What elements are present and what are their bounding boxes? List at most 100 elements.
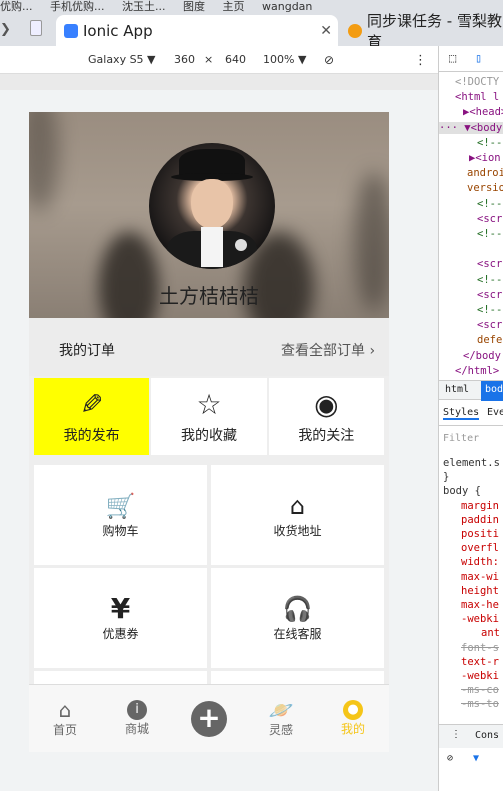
dom-node-line[interactable]: <!-- bbox=[477, 304, 502, 316]
inspect-icon[interactable]: ⬚ bbox=[449, 51, 456, 65]
dom-node-line[interactable]: <scr bbox=[477, 319, 502, 331]
bookmark-item[interactable]: 优购... bbox=[0, 1, 33, 12]
dom-node-line[interactable]: <scr bbox=[477, 213, 502, 225]
style-rule-line: } bbox=[443, 471, 450, 484]
event-listeners-tab[interactable]: Eve bbox=[487, 407, 503, 418]
style-rule-line: font-s bbox=[461, 641, 499, 654]
services-row: 🛒 购物车 ⌂ 收货地址 bbox=[34, 465, 384, 565]
view-all-label: 查看全部订单 bbox=[281, 343, 365, 359]
styles-tab[interactable]: Styles bbox=[443, 407, 480, 420]
action-label: 我的收藏 bbox=[180, 427, 237, 444]
filter-input[interactable]: Filter bbox=[443, 433, 479, 444]
chevron-left-icon[interactable]: ❯ bbox=[0, 22, 11, 37]
orders-bar: 我的订单 查看全部订单 › bbox=[29, 318, 389, 376]
breadcrumb-body[interactable]: bod bbox=[481, 381, 503, 401]
zoom-select[interactable]: 100% ▼ bbox=[263, 53, 306, 66]
dom-node-line[interactable]: ▶<head> bbox=[463, 106, 503, 118]
dom-node-line[interactable]: androi bbox=[467, 167, 503, 179]
clear-console-icon[interactable]: ⊘ bbox=[447, 753, 453, 764]
bookmark-item[interactable]: 沈玉土... bbox=[122, 1, 166, 12]
view-all-orders-link[interactable]: 查看全部订单 › bbox=[281, 340, 375, 360]
my-posts-button[interactable]: ✎ 我的发布 bbox=[34, 378, 150, 455]
address-button[interactable]: ⌂ 收货地址 bbox=[211, 465, 384, 565]
cart-button[interactable]: 🛒 购物车 bbox=[34, 465, 207, 565]
style-rule-line: -ms-to bbox=[461, 698, 499, 711]
bookmark-item[interactable]: 手机优购... bbox=[50, 1, 105, 12]
device-icon[interactable] bbox=[30, 20, 42, 36]
dom-node-line[interactable]: ··· ▼<body bbox=[439, 121, 503, 134]
tab-home[interactable]: ⌂ 首页 bbox=[29, 685, 101, 752]
cart-icon: 🛒 bbox=[105, 491, 136, 520]
avatar[interactable] bbox=[149, 143, 275, 269]
bookmark-item[interactable]: 图度 bbox=[183, 1, 205, 12]
width-input[interactable]: 360 bbox=[174, 53, 195, 66]
person-icon: ● bbox=[343, 700, 363, 720]
headphones-icon: 🎧 bbox=[282, 594, 313, 623]
yen-icon: ¥ bbox=[110, 591, 131, 625]
filter-icon[interactable]: ▼ bbox=[473, 753, 479, 764]
dom-node-line[interactable]: <scr bbox=[477, 289, 502, 301]
dom-node-line[interactable]: <html l bbox=[455, 91, 499, 103]
more-icon[interactable]: ⋮ bbox=[414, 53, 427, 68]
my-following-button[interactable]: ◉ 我的关注 bbox=[268, 378, 384, 455]
style-rule-line: positi bbox=[461, 528, 499, 540]
coupon-button[interactable]: ¥ 优惠券 bbox=[34, 568, 207, 668]
style-rule-line: ant bbox=[481, 627, 500, 640]
style-rule-line: -webki bbox=[461, 670, 499, 682]
style-rule-line: text-r bbox=[461, 655, 499, 668]
tab-title: Ionic App bbox=[83, 21, 153, 40]
my-favorites-button[interactable]: ☆ 我的收藏 bbox=[151, 378, 267, 455]
dom-node-line[interactable]: defe bbox=[477, 334, 502, 346]
tab-mine[interactable]: ● 我的 bbox=[317, 685, 389, 752]
tab-course[interactable]: 同步课任务 - 雪梨教育 bbox=[340, 12, 503, 51]
dom-node-line[interactable]: <!-- bbox=[477, 198, 502, 210]
height-input[interactable]: 640 bbox=[225, 53, 246, 66]
profile-header: 土方桔桔桔 bbox=[29, 112, 389, 318]
tab-add[interactable]: + bbox=[173, 685, 245, 752]
bookmark-item[interactable]: wangdan bbox=[262, 1, 312, 12]
tab-label: 商城 bbox=[124, 722, 149, 736]
action-label: 我的关注 bbox=[298, 427, 355, 444]
chevron-right-icon: › bbox=[365, 343, 376, 359]
style-rule-line: height bbox=[461, 584, 499, 597]
dom-node-line[interactable]: ▶<ion bbox=[469, 152, 501, 164]
dom-node-line[interactable]: <!DOCTY bbox=[455, 76, 499, 88]
service-label: 优惠券 bbox=[102, 626, 139, 641]
console-tab[interactable]: Cons bbox=[475, 730, 499, 741]
style-rule-line: max-he bbox=[461, 599, 499, 611]
dom-node-line[interactable]: <!-- bbox=[477, 274, 502, 286]
device-select[interactable]: Galaxy S5 ▼ bbox=[88, 53, 156, 66]
bottom-tab-bar: ⌂ 首页 i 商城 + 🪐 灵感 ● 我的 bbox=[29, 684, 389, 752]
devtools-panel: ⬚ ▯ <!DOCTY <html l ▶<head> ··· ▼<body <!-- ▶… bbox=[438, 46, 503, 791]
dom-node-line[interactable]: </html> bbox=[455, 365, 499, 377]
action-label: 我的发布 bbox=[63, 427, 120, 444]
style-rule-line: body { bbox=[443, 485, 481, 498]
dom-node-line[interactable]: </body bbox=[463, 350, 501, 362]
dom-node-line[interactable]: versio bbox=[467, 182, 503, 194]
tab-label: 首页 bbox=[52, 723, 77, 737]
device-mode-icon[interactable]: ▯ bbox=[475, 51, 482, 65]
service-label: 购物车 bbox=[102, 523, 139, 538]
style-rule-line: -ms-co bbox=[461, 684, 499, 697]
flame-favicon-icon bbox=[348, 23, 362, 38]
quick-actions: ✎ 我的发布 ☆ 我的收藏 ◉ 我的关注 bbox=[34, 378, 384, 455]
rotate-icon[interactable]: ⊘ bbox=[324, 53, 334, 67]
pencil-icon: ✎ bbox=[79, 387, 104, 421]
tab-ionic-app[interactable]: Ionic App ✕ bbox=[56, 15, 338, 46]
breadcrumb-html[interactable]: html bbox=[445, 384, 469, 395]
more-icon[interactable]: ⋮ bbox=[451, 729, 461, 740]
dom-node-line[interactable]: <scr bbox=[477, 258, 502, 270]
dom-node-line[interactable]: <!-- bbox=[477, 137, 502, 149]
style-rule-line: element.s bbox=[443, 457, 500, 469]
style-rule-line: -webki bbox=[461, 613, 499, 626]
home-icon: ⌂ bbox=[289, 491, 306, 520]
ionic-favicon-icon bbox=[64, 23, 78, 38]
home-icon: ⌂ bbox=[58, 698, 72, 722]
tab-mall[interactable]: i 商城 bbox=[101, 685, 173, 752]
close-icon[interactable]: ✕ bbox=[320, 23, 332, 39]
tab-inspiration[interactable]: 🪐 灵感 bbox=[245, 685, 317, 752]
dom-node-line[interactable]: <!-- bbox=[477, 228, 502, 240]
ruler bbox=[0, 74, 438, 90]
bookmark-item[interactable]: 主页 bbox=[223, 1, 245, 12]
customer-service-button[interactable]: 🎧 在线客服 bbox=[211, 568, 384, 668]
